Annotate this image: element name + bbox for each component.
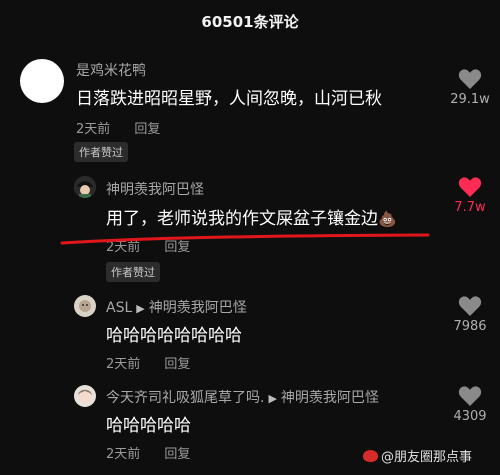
heart-icon	[458, 386, 482, 406]
comment-count-title: 60501条评论	[201, 13, 299, 31]
comment-text: 日落跌进昭昭星野，人间忽晚，山河已秋	[76, 89, 382, 109]
like-count: 29.1w	[450, 92, 490, 107]
comment-time: 2天前	[76, 122, 111, 137]
comment-username-text[interactable]: 今天齐司礼吸狐尾草了吗.	[106, 390, 264, 406]
like-count: 4309	[453, 409, 487, 424]
watermark-text: @朋友圈那点事	[380, 450, 472, 465]
comment-meta: 2天前 回复	[106, 353, 210, 372]
weibo-logo-icon	[362, 450, 378, 462]
weibo-watermark: @朋友圈那点事	[362, 446, 472, 465]
emoji: 💩	[378, 210, 397, 228]
comment-username[interactable]: 是鸡米花鸭	[76, 60, 146, 80]
comment-item: 神明羡我阿巴怪 用了，老师说我的作文屎盆子镶金边💩 2天前 回复 作者赞过 7.…	[0, 174, 500, 284]
heart-icon	[458, 296, 482, 316]
comment-time: 2天前	[106, 447, 141, 462]
comment-item: ASL ▶ 神明羡我阿巴怪 哈哈哈哈哈哈哈哈 2天前 回复 7986	[0, 293, 500, 373]
comment-username-text[interactable]: ASL	[106, 300, 132, 316]
red-annotation-underline	[60, 233, 430, 245]
comment-username: 今天齐司礼吸狐尾草了吗. ▶ 神明羡我阿巴怪	[106, 387, 379, 407]
comment-meta: 2天前 回复	[76, 118, 180, 137]
comment-text: 哈哈哈哈哈	[106, 416, 191, 436]
avatar-image	[74, 385, 96, 407]
avatar[interactable]	[74, 176, 96, 198]
avatar[interactable]	[74, 295, 96, 317]
reply-arrow-icon: ▶	[136, 302, 145, 315]
avatar-image	[74, 176, 96, 198]
like-button[interactable]: 4309	[440, 385, 500, 424]
reply-to-username[interactable]: 神明羡我阿巴怪	[281, 390, 379, 406]
comment-text: 用了，老师说我的作文屎盆子镶金边💩	[106, 204, 397, 229]
comment-time: 2天前	[106, 357, 141, 372]
avatar[interactable]	[20, 59, 64, 103]
like-button[interactable]: 7986	[440, 295, 500, 334]
reply-button[interactable]: 回复	[164, 447, 190, 462]
like-count: 7.7w	[454, 200, 486, 215]
comment-meta: 2天前 回复	[106, 443, 210, 462]
reply-arrow-icon: ▶	[268, 392, 277, 405]
reply-button[interactable]: 回复	[134, 122, 160, 137]
like-count: 7986	[453, 319, 487, 334]
author-liked-badge: 作者赞过	[106, 262, 160, 282]
comment-username[interactable]: 神明羡我阿巴怪	[106, 179, 204, 199]
author-liked-badge: 作者赞过	[74, 142, 128, 162]
comment-item: 是鸡米花鸭 日落跌进昭昭星野，人间忽晚，山河已秋 2天前 回复 作者赞过 29.…	[0, 56, 500, 166]
reply-button[interactable]: 回复	[164, 357, 190, 372]
comments-header: 60501条评论	[0, 0, 500, 46]
like-button[interactable]: 29.1w	[440, 68, 500, 107]
like-button[interactable]: 7.7w	[440, 176, 500, 215]
comment-username: ASL ▶ 神明羡我阿巴怪	[106, 297, 247, 317]
avatar[interactable]	[74, 385, 96, 407]
avatar-image	[74, 295, 96, 317]
comment-text: 哈哈哈哈哈哈哈哈	[106, 326, 242, 346]
heart-icon	[458, 177, 482, 197]
reply-to-username[interactable]: 神明羡我阿巴怪	[149, 300, 247, 316]
comment-text-content: 用了，老师说我的作文屎盆子镶金边	[106, 209, 378, 229]
heart-icon	[458, 69, 482, 89]
